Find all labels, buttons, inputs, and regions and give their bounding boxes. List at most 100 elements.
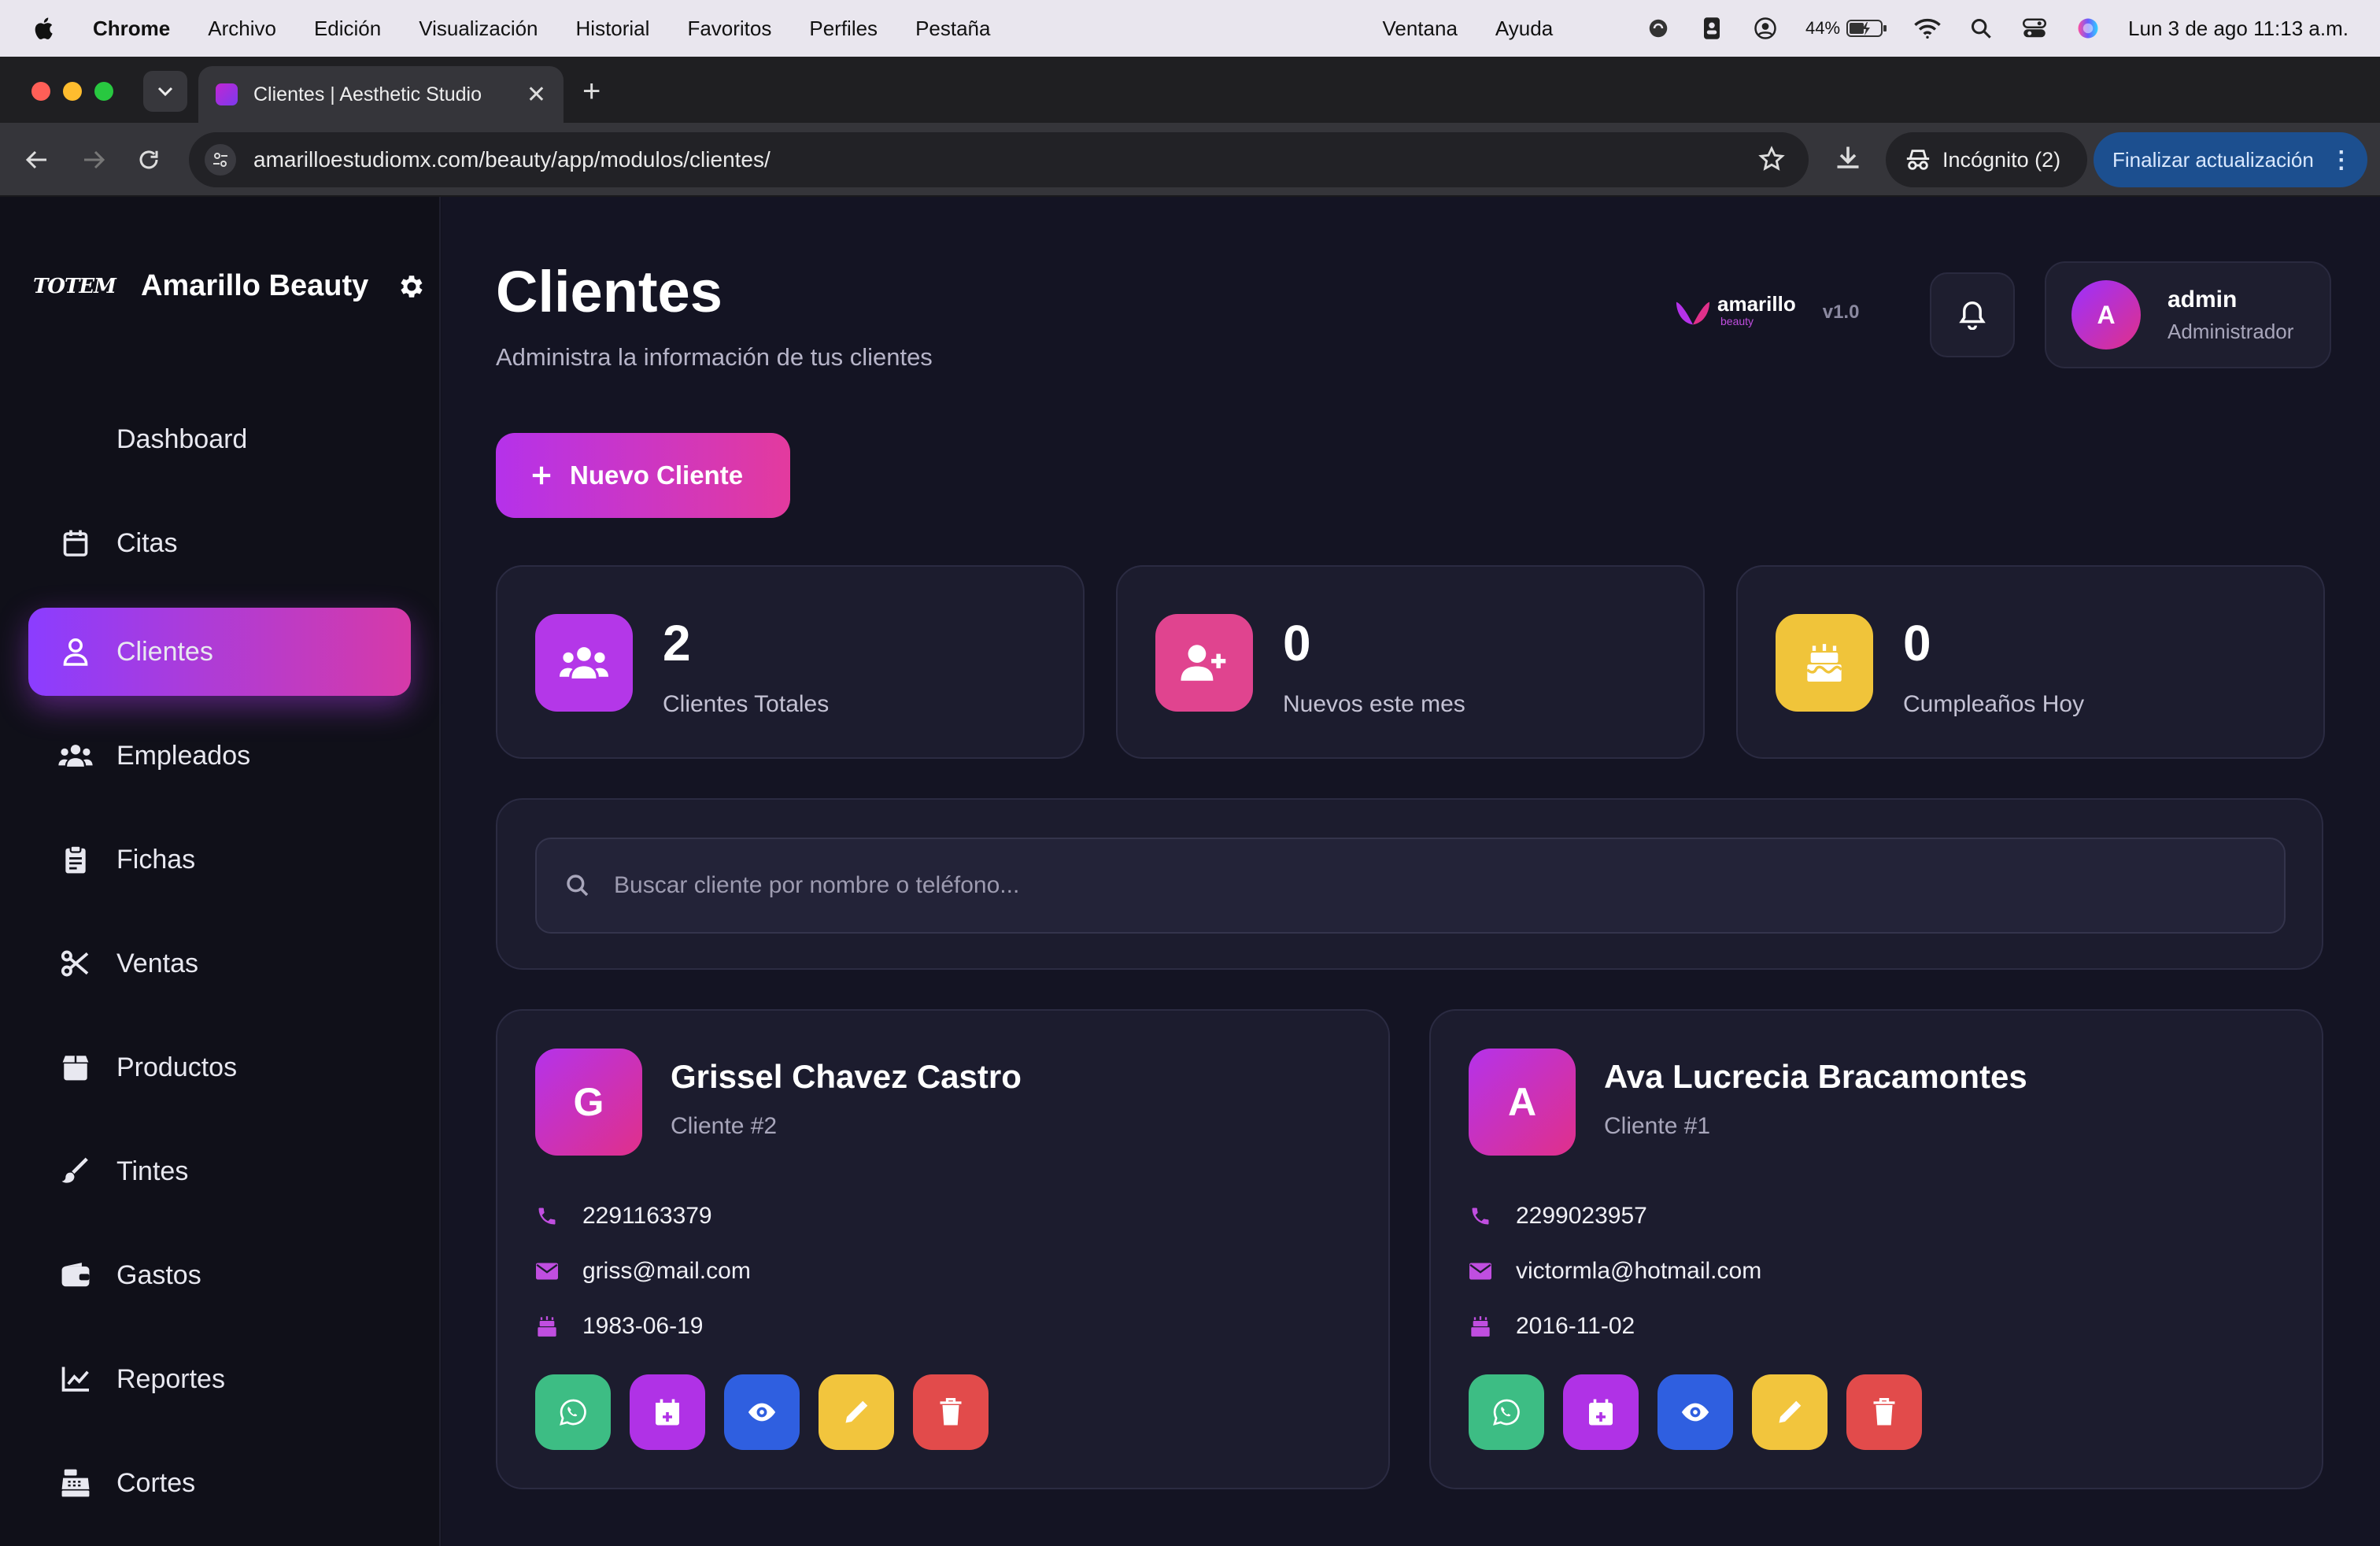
- sidebar-item-gastos[interactable]: Gastos: [28, 1231, 411, 1319]
- arrow-right-icon: [84, 150, 105, 169]
- menu-perfiles[interactable]: Perfiles: [809, 17, 878, 41]
- sidebar-item-clientes[interactable]: Clientes: [28, 608, 411, 696]
- gear-icon[interactable]: [397, 272, 427, 301]
- sidebar-item-productos[interactable]: Productos: [28, 1023, 411, 1111]
- finish-update-button[interactable]: Finalizar actualización ⋮: [2094, 132, 2367, 187]
- stat-card-birthdays: 0 Cumpleaños Hoy: [1736, 565, 2325, 759]
- whatsapp-button[interactable]: [1469, 1374, 1544, 1450]
- arrow-left-icon: [25, 150, 46, 169]
- menu-pestana[interactable]: Pestaña: [915, 17, 990, 41]
- site-settings-icon[interactable]: [205, 144, 236, 176]
- browser-tab-clientes[interactable]: Clientes | Aesthetic Studio ✕: [198, 66, 564, 123]
- client-card: G Grissel Chavez Castro Cliente #2 22911…: [496, 1009, 1390, 1489]
- client-birthday: 2016-11-02: [1516, 1313, 1635, 1339]
- delete-client-button[interactable]: [1846, 1374, 1922, 1450]
- sidebar-item-ventas[interactable]: Ventas: [28, 919, 411, 1008]
- menu-historial[interactable]: Historial: [576, 17, 650, 41]
- client-name: Ava Lucrecia Bracamontes: [1604, 1058, 2027, 1095]
- siri-icon[interactable]: [2075, 15, 2101, 42]
- box-icon: [58, 1050, 93, 1085]
- users-icon: [58, 738, 93, 773]
- downloads-button[interactable]: [1834, 143, 1862, 172]
- schedule-appointment-button[interactable]: [1563, 1374, 1639, 1450]
- tab-search-button[interactable]: [143, 71, 187, 112]
- search-field[interactable]: [535, 838, 2286, 934]
- eye-icon: [1681, 1403, 1709, 1422]
- user-menu[interactable]: A admin Administrador: [2045, 261, 2331, 368]
- incognito-label: Incógnito (2): [1942, 147, 2061, 172]
- search-icon: [567, 875, 589, 897]
- sidebar-item-label: Fichas: [116, 844, 196, 875]
- user-name: admin: [2168, 286, 2238, 313]
- delete-client-button[interactable]: [913, 1374, 989, 1450]
- search-input[interactable]: [614, 872, 2284, 899]
- spotlight-search-icon[interactable]: [1968, 15, 1994, 42]
- sidebar-item-dashboard[interactable]: Dashboard: [28, 395, 411, 483]
- menubar-clock[interactable]: Lun 3 de ago 11:13 a.m.: [2128, 17, 2349, 41]
- reload-button[interactable]: [132, 143, 165, 176]
- sidebar-item-empleados[interactable]: Empleados: [28, 712, 411, 800]
- new-client-button[interactable]: Nuevo Cliente: [496, 433, 790, 518]
- birthday-cake-icon: [1469, 1315, 1492, 1338]
- edit-client-button[interactable]: [1752, 1374, 1828, 1450]
- notifications-button[interactable]: [1930, 272, 2015, 357]
- focus-icon[interactable]: [1645, 15, 1672, 42]
- sidebar-item-tintes[interactable]: Tintes: [28, 1127, 411, 1215]
- contact-card-icon[interactable]: [1698, 15, 1725, 42]
- whatsapp-icon: [1493, 1399, 1520, 1426]
- bookmark-star-icon[interactable]: [1758, 146, 1785, 172]
- back-button[interactable]: [20, 143, 54, 176]
- wifi-icon[interactable]: [1914, 15, 1941, 42]
- stat-label: Clientes Totales: [663, 691, 830, 717]
- url-text[interactable]: amarilloestudiomx.com/beauty/app/modulos…: [253, 147, 771, 172]
- sidebar-item-reportes[interactable]: Reportes: [28, 1335, 411, 1423]
- calendar-icon: [58, 526, 93, 560]
- stat-value: 0: [1903, 615, 1931, 671]
- sidebar-item-fichas[interactable]: Fichas: [28, 816, 411, 904]
- menu-archivo[interactable]: Archivo: [208, 17, 276, 41]
- user-role: Administrador: [2168, 319, 2294, 343]
- client-avatar: A: [1469, 1049, 1576, 1156]
- birthday-cake-icon: [535, 1315, 559, 1338]
- bell-icon: [1959, 301, 1986, 330]
- incognito-button[interactable]: Incógnito (2): [1886, 132, 2087, 187]
- new-tab-button[interactable]: +: [582, 76, 601, 107]
- view-client-button[interactable]: [724, 1374, 800, 1450]
- forward-button[interactable]: [77, 143, 110, 176]
- minimize-window-button[interactable]: [63, 82, 82, 101]
- client-birthday-row: 2016-11-02: [1469, 1313, 1635, 1340]
- close-tab-icon[interactable]: ✕: [527, 81, 546, 109]
- user-circle-icon[interactable]: [1752, 15, 1779, 42]
- client-birthday: 1983-06-19: [582, 1313, 704, 1339]
- more-vertical-icon[interactable]: ⋮: [2330, 146, 2353, 174]
- menu-edicion[interactable]: Edición: [314, 17, 381, 41]
- page-title: Clientes: [496, 259, 722, 324]
- reload-icon: [139, 150, 158, 169]
- favicon-icon: [216, 83, 238, 105]
- client-phone-row: 2291163379: [535, 1203, 712, 1230]
- menu-app-chrome[interactable]: Chrome: [93, 17, 170, 41]
- zoom-window-button[interactable]: [94, 82, 113, 101]
- address-bar[interactable]: amarilloestudiomx.com/beauty/app/modulos…: [189, 132, 1809, 187]
- sidebar-item-label: Empleados: [116, 740, 251, 771]
- menu-visualizacion[interactable]: Visualización: [419, 17, 538, 41]
- battery-status[interactable]: 44%: [1805, 18, 1887, 39]
- sidebar-item-cortes[interactable]: Cortes: [28, 1439, 411, 1527]
- whatsapp-button[interactable]: [535, 1374, 611, 1450]
- menu-ventana[interactable]: Ventana: [1382, 17, 1457, 41]
- user-icon: [58, 634, 93, 669]
- edit-client-button[interactable]: [819, 1374, 894, 1450]
- menu-favoritos[interactable]: Favoritos: [687, 17, 771, 41]
- menu-ayuda[interactable]: Ayuda: [1495, 17, 1553, 41]
- browser-toolbar: amarilloestudiomx.com/beauty/app/modulos…: [0, 123, 2380, 197]
- sidebar: TOTEM Amarillo Beauty Dashboard Citas Cl…: [0, 197, 441, 1546]
- apple-icon[interactable]: [31, 15, 58, 42]
- control-center-icon[interactable]: [2021, 15, 2048, 42]
- close-window-button[interactable]: [31, 82, 50, 101]
- sidebar-item-citas[interactable]: Citas: [28, 499, 411, 587]
- client-email: griss@mail.com: [582, 1258, 751, 1284]
- schedule-appointment-button[interactable]: [630, 1374, 705, 1450]
- view-client-button[interactable]: [1658, 1374, 1733, 1450]
- new-client-label: Nuevo Cliente: [570, 460, 744, 490]
- main-content: Clientes Administra la información de tu…: [442, 197, 2380, 1546]
